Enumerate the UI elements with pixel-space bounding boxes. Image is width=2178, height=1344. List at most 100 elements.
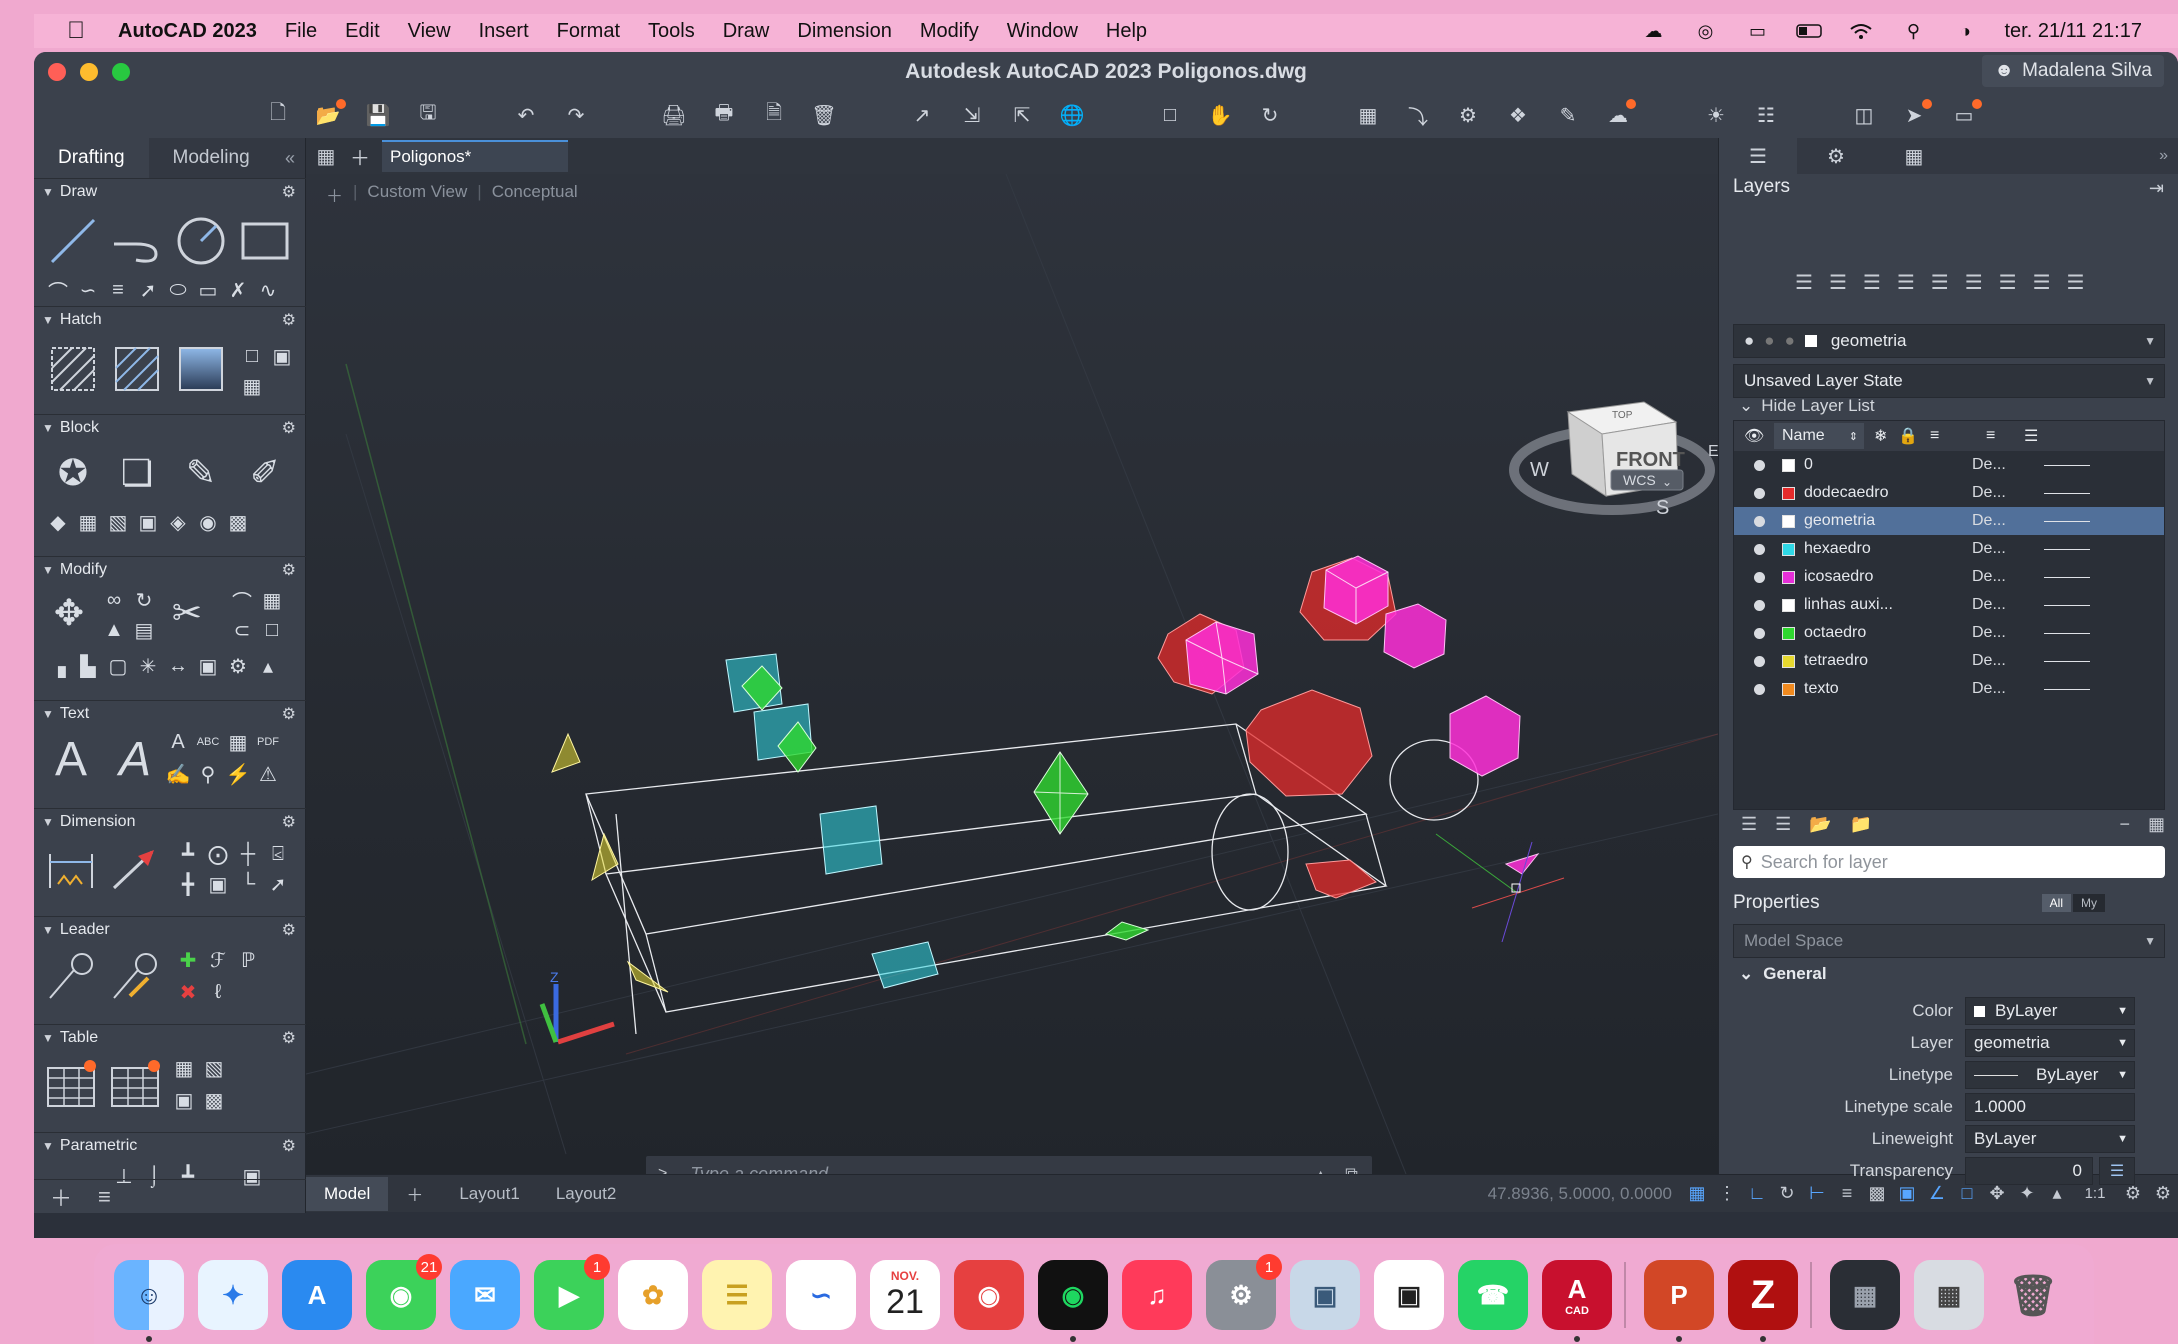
name-column-header[interactable]: Name ⇕ (1774, 423, 1864, 449)
web-icon[interactable]: 🌐 (1058, 101, 1086, 129)
section-title-dimension[interactable]: Dimension (60, 813, 136, 831)
boundary-icon[interactable] (174, 342, 228, 396)
tab-layers-panel[interactable]: ☰ (1719, 138, 1797, 174)
column-settings-icon[interactable]: ☰ (2024, 426, 2038, 446)
photos-icon[interactable]: ✿ (618, 1260, 688, 1330)
recent-window-2-icon[interactable]: ▦ (1914, 1260, 1984, 1330)
layers-undock-icon[interactable]: ⇥ (2149, 178, 2164, 199)
tab-model[interactable]: Model (306, 1176, 389, 1211)
hatch-lines-icon[interactable]: ≡ (104, 276, 132, 304)
menubar-datetime[interactable]: ter. 21/11 21:17 (2004, 20, 2142, 43)
layer-lineweight-line[interactable] (2044, 493, 2090, 494)
layer-linetype[interactable]: De... (1972, 484, 2006, 502)
wipeout-icon[interactable]: ▦ (238, 372, 266, 400)
find-text-icon[interactable]: ⚲ (194, 760, 222, 788)
layer-row[interactable]: 0 De... (1734, 451, 2164, 479)
layer-view-menu-icon[interactable]: ▦ (2148, 814, 2165, 835)
bulb-icon[interactable] (1754, 487, 1765, 499)
layer-lineweight-line[interactable] (2044, 661, 2090, 662)
add-layout-icon[interactable]: ＋ (388, 1177, 441, 1211)
remove-leader-icon[interactable]: ✖ (174, 978, 202, 1006)
table-icon[interactable] (44, 1058, 98, 1112)
gear-icon[interactable]: ⚙ (282, 1028, 296, 1048)
bulb-icon[interactable] (1754, 599, 1765, 611)
tab-blocks-panel[interactable]: ⚙ (1797, 138, 1875, 174)
layer-linetype[interactable]: De... (1972, 568, 2006, 586)
layer-lineweight-line[interactable] (2044, 689, 2090, 690)
layer-state-dropdown[interactable]: Unsaved Layer State ▼ (1733, 364, 2165, 398)
text-tool-1-icon[interactable]: ▦ (224, 728, 252, 756)
render-icon[interactable]: ☀ (1702, 101, 1730, 129)
layer-row[interactable]: dodecaedro De... (1734, 479, 2164, 507)
tag-icon[interactable]: ◆ (44, 508, 72, 536)
freeze-column-icon[interactable]: ❄ (1874, 426, 1887, 446)
layer-tool-3-icon[interactable]: ☰ (1863, 270, 1881, 295)
tab-drafting[interactable]: Drafting (34, 138, 149, 178)
revcloud-icon[interactable]: ∿ (254, 276, 282, 304)
tab-modeling[interactable]: Modeling (149, 138, 274, 178)
stretch-icon[interactable]: ▤ (130, 616, 158, 644)
recent-window-1-icon[interactable]: ▦ (1830, 1260, 1900, 1330)
whatsapp-icon[interactable]: ☎ (1458, 1260, 1528, 1330)
publish-icon[interactable]: 🗑 (810, 101, 838, 129)
match-props-icon[interactable]: ⤵ (1404, 101, 1432, 129)
layer-linetype[interactable]: De... (1972, 624, 2006, 642)
calendar-icon[interactable]: NOV. 21 (870, 1260, 940, 1330)
layer-linetype[interactable]: De... (1972, 680, 2006, 698)
layer-color-swatch[interactable] (1782, 598, 1795, 612)
radius-dim-icon[interactable]: ⨀ (204, 840, 232, 868)
gear-icon[interactable]: ⚙ (282, 1136, 296, 1156)
pdf-text-icon[interactable]: PDF (254, 728, 282, 756)
layer-tool-1-icon[interactable]: ☰ (1795, 270, 1813, 295)
hatch-icon[interactable] (46, 342, 100, 396)
multiline-text-icon[interactable]: A (44, 732, 98, 786)
layer-lineweight-line[interactable] (2044, 633, 2090, 634)
display-icon[interactable]: ▭ (1744, 21, 1770, 41)
modify-tool-3-icon[interactable]: ▢ (104, 652, 132, 680)
layer-search[interactable]: ⚲ Search for layer (1733, 846, 2165, 878)
prop-linetype-value[interactable]: ByLayer ▼ (1965, 1061, 2135, 1089)
block-tool-6-icon[interactable]: ▩ (224, 508, 252, 536)
menu-draw[interactable]: Draw (723, 20, 770, 43)
preview-icon[interactable]: ▣ (1290, 1260, 1360, 1330)
tab-layout2[interactable]: Layout2 (538, 1177, 635, 1211)
section-title-modify[interactable]: Modify (60, 561, 107, 579)
bulb-icon[interactable] (1754, 543, 1765, 555)
current-layer-dropdown[interactable]: ● ● ● geometria ▼ (1733, 324, 2165, 358)
table-import-icon[interactable]: ▩ (200, 1086, 228, 1114)
freeform-icon[interactable]: ∽ (786, 1260, 856, 1330)
menu-format[interactable]: Format (557, 20, 620, 43)
layer-tool-2-icon[interactable]: ☰ (1829, 270, 1847, 295)
prop-color-value[interactable]: ByLayer ▼ (1965, 997, 2135, 1025)
block-tool-4-icon[interactable]: ◈ (164, 508, 192, 536)
redo-icon[interactable]: ↷ (562, 101, 590, 129)
spotify-icon[interactable]: ◉ (1038, 1260, 1108, 1342)
layer-tool-9-icon[interactable]: ☰ (2067, 270, 2085, 295)
gradient-icon[interactable] (110, 342, 164, 396)
search-icon[interactable]: ⚲ (1900, 21, 1926, 41)
layer-tool-8-icon[interactable]: ☰ (2033, 270, 2051, 295)
layer-tool-7-icon[interactable]: ☰ (1999, 270, 2017, 295)
layer-color-swatch[interactable] (1782, 682, 1795, 696)
block-tool-3-icon[interactable]: ▣ (134, 508, 162, 536)
plot-icon[interactable]: 🖨 (660, 101, 688, 129)
polyline-icon[interactable] (110, 214, 164, 268)
layer-tool-5-icon[interactable]: ☰ (1931, 270, 1949, 295)
modify-tool-4-icon[interactable]: ▣ (194, 652, 222, 680)
text-style-icon[interactable]: A (108, 732, 162, 786)
save-as-icon[interactable]: 🖫 (414, 101, 442, 129)
trash-icon[interactable]: 🗑 (1998, 1260, 2068, 1330)
lock-column-icon[interactable]: 🔒 (1898, 426, 1918, 446)
markup-icon[interactable]: ✎ (1554, 101, 1582, 129)
break-dim-icon[interactable]: ▣ (204, 870, 232, 898)
text-tool-3-icon[interactable]: ⚡ (224, 760, 252, 788)
open-layer-icon[interactable]: 📂 (1809, 814, 1831, 835)
fillet-icon[interactable]: ⌒ (228, 586, 256, 614)
layer-linetype[interactable]: De... (1972, 652, 2006, 670)
adjust-dim-icon[interactable]: └ (234, 870, 262, 898)
layer-color-swatch[interactable] (1782, 542, 1795, 556)
prop-layer-value[interactable]: geometria ▼ (1965, 1029, 2135, 1057)
scale-icon[interactable]: □ (258, 616, 286, 644)
model-viewport[interactable]: ＋ | Custom View | Conceptual Z FRONT TOP… (306, 174, 1718, 1174)
block-tool-2-icon[interactable]: ▧ (104, 508, 132, 536)
